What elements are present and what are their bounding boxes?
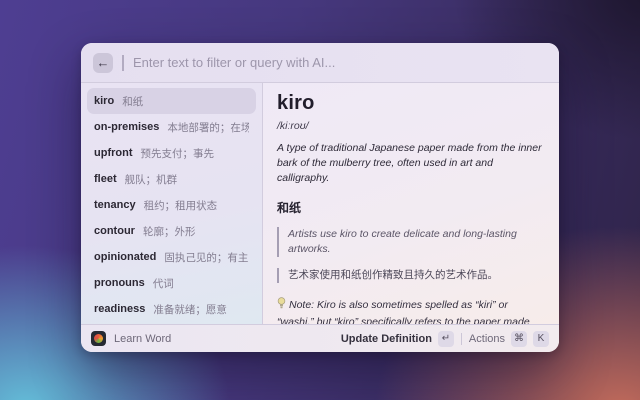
note-text: Note: Kiro is also sometimes spelled as … bbox=[277, 297, 545, 324]
footer-separator bbox=[460, 332, 462, 345]
k-key-icon: K bbox=[533, 330, 549, 347]
update-definition-label: Update Definition bbox=[340, 332, 432, 345]
list-item-translation: 代词 bbox=[152, 277, 174, 290]
list-item-translation: 舰队；机群 bbox=[124, 173, 178, 186]
word-title: kiro bbox=[277, 92, 315, 114]
example-sentence-zh: 艺术家使用和纸创作精致且持久的艺术作品。 bbox=[277, 268, 545, 284]
list-item[interactable]: kiro 和纸 bbox=[87, 88, 256, 114]
list-item-translation: 预先支付；事先 bbox=[140, 147, 214, 160]
main-content: kiro 和纸 on-premises 本地部署的；在场所内的 upfront … bbox=[81, 83, 559, 324]
list-item-word: upfront bbox=[94, 147, 133, 159]
actions-label: Actions bbox=[468, 332, 505, 345]
list-item-word: opinionated bbox=[94, 251, 157, 263]
list-item-word: pronouns bbox=[94, 277, 145, 289]
list-item[interactable]: pronouns 代词 bbox=[87, 270, 256, 296]
definition-text: A type of traditional Japanese paper mad… bbox=[277, 142, 542, 185]
list-item-translation: 准备就绪；愿意 bbox=[153, 303, 227, 316]
list-item-word: readiness bbox=[94, 303, 146, 315]
text-caret bbox=[122, 54, 124, 71]
list-item[interactable]: opinionated 固执己见的；有主见的 bbox=[87, 244, 256, 270]
search-input[interactable] bbox=[133, 55, 547, 70]
definition-panel: kiro /kiːroʊ/ A type of traditional Japa… bbox=[263, 83, 559, 324]
lightbulb-icon bbox=[277, 297, 286, 315]
translation-heading: 和纸 bbox=[277, 200, 302, 215]
list-item-translation: 固执己见的；有主见的 bbox=[164, 251, 249, 264]
list-item-word: fleet bbox=[94, 173, 117, 185]
list-item[interactable]: contour 轮廓；外形 bbox=[87, 218, 256, 244]
list-item-translation: 租约；租用状态 bbox=[143, 199, 218, 212]
back-arrow-icon: ← bbox=[96, 55, 110, 70]
list-item[interactable]: fleet 舰队；机群 bbox=[87, 166, 256, 192]
example-sentence-en: Artists use kiro to create delicate and … bbox=[277, 226, 545, 258]
list-item-translation: 和纸 bbox=[122, 95, 144, 108]
pronunciation: /kiːroʊ/ bbox=[277, 120, 309, 132]
list-item-translation: 轮廓；外形 bbox=[142, 225, 196, 238]
actions-button[interactable]: Actions ⌘ K bbox=[468, 330, 549, 347]
list-item-word: kiro bbox=[94, 95, 115, 107]
app-name-label: Learn Word bbox=[114, 332, 172, 345]
list-item[interactable]: readiness 准备就绪；愿意 bbox=[87, 296, 256, 322]
command-key-icon: ⌘ bbox=[511, 330, 527, 347]
list-item-word: on-premises bbox=[94, 121, 160, 133]
list-item-word: contour bbox=[94, 225, 135, 237]
return-key-icon: ↵ bbox=[437, 330, 454, 347]
desktop-wallpaper: ← kiro 和纸 on-premises 本地部署的；在场所内的 upfron… bbox=[0, 0, 640, 400]
list-item[interactable]: on-premises 本地部署的；在场所内的 bbox=[87, 114, 256, 140]
learn-word-app-icon bbox=[91, 331, 106, 346]
note-label: Note: Kiro is also sometimes spelled as … bbox=[277, 299, 530, 324]
update-definition-button[interactable]: Update Definition ↵ bbox=[340, 330, 454, 347]
list-item-word: tenancy bbox=[94, 199, 136, 211]
list-item[interactable]: upfront 预先支付；事先 bbox=[87, 140, 256, 166]
action-bar: Learn Word Update Definition ↵ Actions ⌘… bbox=[81, 324, 559, 352]
learn-word-window: ← kiro 和纸 on-premises 本地部署的；在场所内的 upfron… bbox=[81, 43, 559, 352]
back-button[interactable]: ← bbox=[93, 52, 113, 73]
list-item-translation: 本地部署的；在场所内的 bbox=[167, 121, 249, 134]
list-item[interactable]: tenancy 租约；租用状态 bbox=[87, 192, 256, 218]
word-list: kiro 和纸 on-premises 本地部署的；在场所内的 upfront … bbox=[81, 83, 263, 324]
search-bar: ← bbox=[81, 43, 559, 83]
footer-app: Learn Word bbox=[91, 331, 171, 346]
footer-actions: Update Definition ↵ Actions ⌘ K bbox=[340, 330, 549, 347]
